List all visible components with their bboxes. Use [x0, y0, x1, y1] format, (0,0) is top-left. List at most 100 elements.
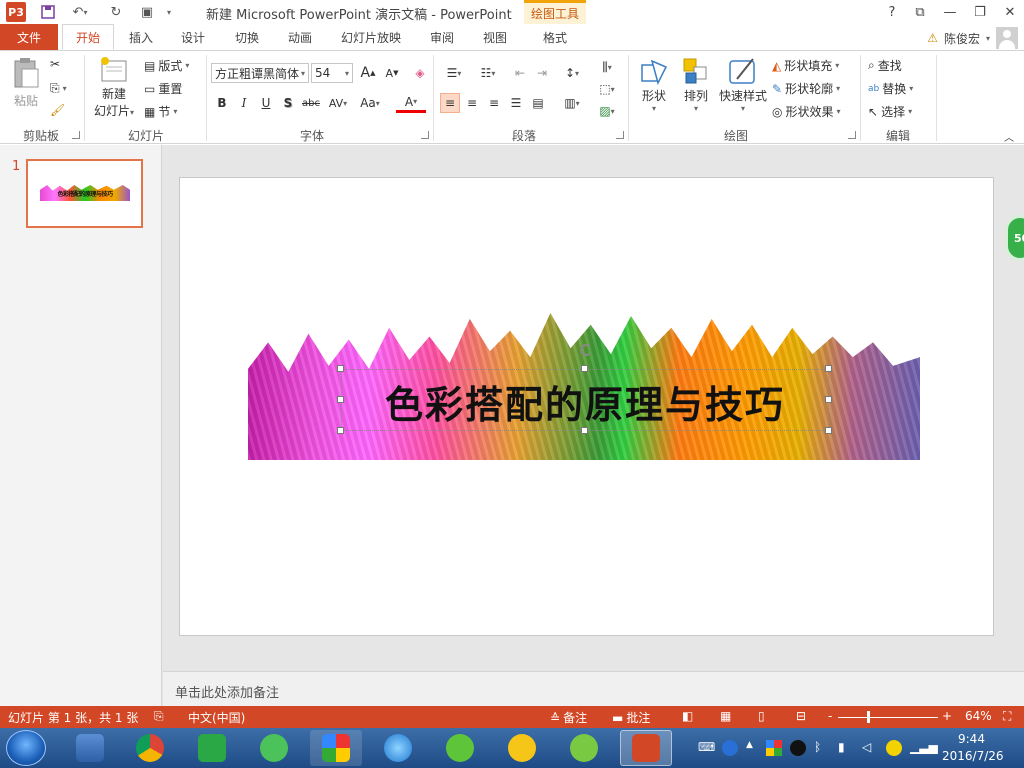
user-account[interactable]: ⚠ 陈俊宏 ▾ [927, 26, 1018, 50]
tab-animations[interactable]: 动画 [277, 24, 323, 50]
shape-outline-button[interactable]: ✎ 形状轮廓 ▾ [772, 80, 840, 97]
new-slide-button[interactable]: 新建 幻灯片▾ [90, 55, 138, 119]
justify-icon[interactable]: ☰ [506, 93, 526, 113]
tray-app-icon[interactable] [766, 740, 782, 756]
tab-design[interactable]: 设计 [170, 24, 216, 50]
title-textbox[interactable]: 色彩搭配的原理与技巧 [341, 369, 829, 431]
notes-toggle[interactable]: ≙ 备注 [550, 709, 587, 726]
underline-button[interactable]: U [256, 93, 276, 113]
zoom-out-button[interactable]: - [828, 709, 832, 723]
bullets-icon[interactable]: ☰ ▾ [440, 63, 468, 83]
help-icon[interactable]: ? [878, 2, 906, 22]
italic-button[interactable]: I [234, 93, 254, 113]
customize-qat-icon[interactable]: ▾ [162, 2, 176, 22]
resize-handle-w[interactable] [337, 396, 344, 403]
arrange-button[interactable]: 排列 ▾ [678, 55, 714, 113]
shape-effects-button[interactable]: ◎ 形状效果 ▾ [772, 103, 841, 120]
fit-to-window-icon[interactable]: ⛶ [1003, 709, 1011, 724]
taskbar-app-4[interactable] [248, 730, 300, 766]
tab-file[interactable]: 文件 [0, 24, 58, 50]
start-button[interactable] [6, 730, 46, 766]
change-case-button[interactable]: Aa ▾ [356, 93, 384, 113]
close-icon[interactable]: ✕ [996, 2, 1024, 22]
columns-icon[interactable]: ▥ ▾ [558, 93, 586, 113]
shapes-button[interactable]: 形状 ▾ [636, 55, 672, 113]
zoom-slider-thumb[interactable] [867, 711, 870, 723]
tab-format[interactable]: 格式 [528, 24, 582, 50]
floating-speed-badge[interactable]: 50 [1005, 215, 1024, 261]
clock-date[interactable]: 2016/7/26 [942, 749, 1004, 763]
shape-fill-button[interactable]: ◭ 形状填充 ▾ [772, 57, 839, 74]
notes-pane[interactable]: 单击此处添加备注 [163, 671, 1024, 706]
cut-icon[interactable]: ✂ [50, 57, 60, 71]
align-center-icon[interactable]: ≡ [462, 93, 482, 113]
paste-button[interactable]: 粘贴 [8, 57, 44, 109]
taskbar-app-9[interactable] [558, 730, 610, 766]
tab-transitions[interactable]: 切换 [224, 24, 270, 50]
grow-font-button[interactable]: A ▲ [358, 63, 378, 83]
resize-handle-s[interactable] [581, 427, 588, 434]
copy-icon[interactable]: ⎘ ▾ [50, 81, 67, 96]
clipboard-launcher-icon[interactable] [72, 131, 80, 139]
ribbon-display-options-icon[interactable]: ⧉ [906, 2, 934, 22]
taskbar-ie[interactable] [372, 730, 424, 766]
convert-smartart-icon[interactable]: ▨ ▾ [594, 101, 620, 121]
resize-handle-nw[interactable] [337, 365, 344, 372]
zoom-slider[interactable] [838, 717, 938, 718]
shrink-font-button[interactable]: A ▼ [382, 63, 402, 83]
redo-icon[interactable]: ↻ [106, 2, 126, 22]
select-button[interactable]: ↖ 选择 ▾ [868, 103, 912, 120]
comments-toggle[interactable]: ▬ 批注 [612, 709, 650, 726]
layout-button[interactable]: ▤ 版式 ▾ [144, 57, 189, 74]
font-launcher-icon[interactable] [421, 131, 429, 139]
zoom-in-button[interactable]: + [942, 709, 952, 723]
taskbar-chrome[interactable] [124, 730, 176, 766]
resize-handle-se[interactable] [825, 427, 832, 434]
zoom-level[interactable]: 64% [965, 709, 992, 723]
decrease-indent-icon[interactable]: ⇤ [510, 63, 530, 83]
security-tray-icon[interactable] [886, 740, 902, 756]
restore-icon[interactable]: ❐ [966, 2, 994, 22]
powerpoint-logo-icon[interactable]: P3 [6, 2, 26, 22]
help-tray-icon[interactable] [722, 740, 738, 756]
slideshow-view-icon[interactable]: ⊟ [796, 709, 806, 723]
drawing-launcher-icon[interactable] [848, 131, 856, 139]
paragraph-launcher-icon[interactable] [616, 131, 624, 139]
character-spacing-button[interactable]: AV ▾ [324, 93, 352, 113]
rotate-handle[interactable] [580, 344, 592, 356]
tab-home[interactable]: 开始 [62, 24, 114, 50]
battery-icon[interactable]: ▮ [838, 740, 854, 756]
resize-handle-n[interactable] [581, 365, 588, 372]
font-color-button[interactable]: A ▾ [396, 93, 426, 113]
strikethrough-button[interactable]: abc [300, 93, 322, 113]
text-direction-icon[interactable]: ⫼ ▾ [594, 57, 620, 77]
font-size-combobox[interactable]: 54 ▾ [311, 63, 353, 83]
bluetooth-icon[interactable]: ᛒ [814, 740, 830, 756]
shadow-button[interactable]: S [278, 93, 298, 113]
taskbar-app-3[interactable] [186, 730, 238, 766]
section-button[interactable]: ▦ 节 ▾ [144, 103, 177, 120]
normal-view-icon[interactable]: ◧ [682, 709, 693, 723]
find-button[interactable]: ⌕ 查找 [868, 57, 902, 74]
taskbar-music[interactable] [496, 730, 548, 766]
undo-icon[interactable]: ↶ ▾ [66, 2, 94, 22]
slide-thumbnail[interactable]: 色彩搭配的原理与技巧 [26, 159, 143, 228]
bold-button[interactable]: B [212, 93, 232, 113]
taskbar-app-1[interactable] [64, 730, 116, 766]
quick-styles-button[interactable]: 快速样式 ▾ [716, 55, 770, 113]
qq-icon[interactable] [790, 740, 806, 756]
tab-review[interactable]: 审阅 [419, 24, 465, 50]
show-hidden-icons[interactable]: ▲ [746, 740, 762, 756]
slide-canvas[interactable]: 色彩搭配的原理与技巧 [179, 177, 994, 636]
save-icon[interactable] [38, 2, 58, 22]
tab-view[interactable]: 视图 [472, 24, 518, 50]
taskbar-wechat[interactable] [434, 730, 486, 766]
line-spacing-icon[interactable]: ↕ ▾ [558, 63, 586, 83]
replace-button[interactable]: ab 替换 ▾ [868, 80, 913, 97]
increase-indent-icon[interactable]: ⇥ [532, 63, 552, 83]
align-left-icon[interactable]: ≡ [440, 93, 460, 113]
tab-insert[interactable]: 插入 [118, 24, 164, 50]
align-text-icon[interactable]: ⬚ ▾ [594, 79, 620, 99]
resize-handle-sw[interactable] [337, 427, 344, 434]
resize-handle-ne[interactable] [825, 365, 832, 372]
